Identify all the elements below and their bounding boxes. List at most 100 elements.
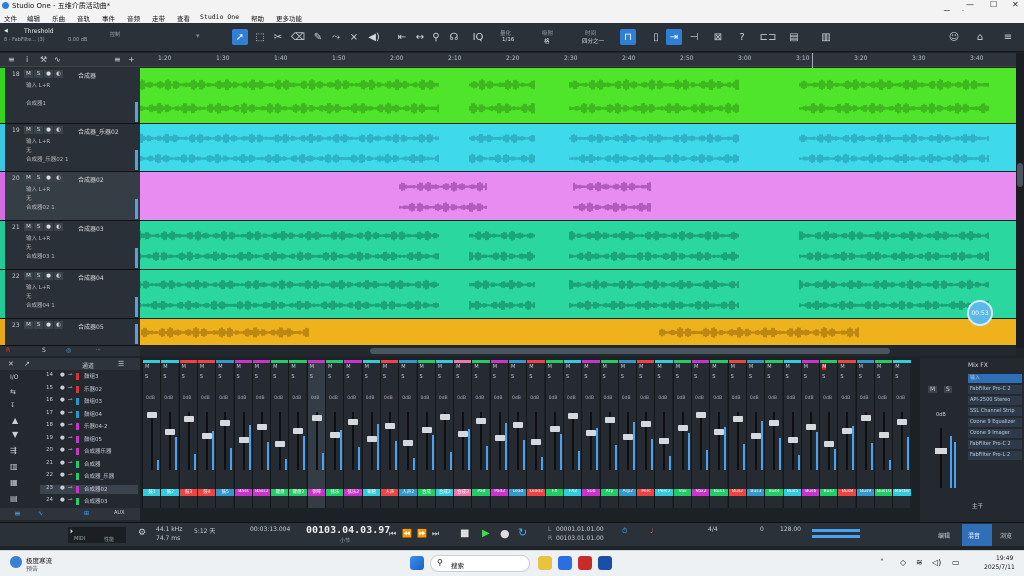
- mixer-channel-strip[interactable]: M S 0dB 鼓3: [178, 360, 198, 508]
- menu-lines-icon[interactable]: ≡: [1000, 29, 1016, 45]
- strip-mute[interactable]: M: [676, 364, 680, 370]
- fader-track[interactable]: [334, 412, 336, 470]
- strip-mute[interactable]: M: [731, 364, 735, 370]
- strip-mute[interactable]: M: [383, 364, 387, 370]
- taskbar-search[interactable]: ⚲ 搜索: [430, 555, 530, 572]
- menu-transport[interactable]: 走带: [152, 13, 165, 23]
- fader-track[interactable]: [809, 412, 812, 470]
- master-fader-cap[interactable]: [935, 448, 947, 454]
- fader-cap[interactable]: [696, 412, 706, 418]
- monitor-button[interactable]: ◐: [54, 321, 63, 329]
- autoscroll-icon[interactable]: ⇥: [666, 29, 682, 45]
- channel-list-item[interactable]: 24 ● ⊸ 合成器03: [40, 497, 138, 506]
- solo-button[interactable]: S: [34, 272, 43, 280]
- strip-mute[interactable]: M: [749, 364, 753, 370]
- track-lane-19[interactable]: [140, 124, 1016, 172]
- mixer-channel-strip[interactable]: M S 0dB 鼓5: [215, 360, 235, 508]
- mute-button[interactable]: M: [24, 174, 33, 182]
- fader-track[interactable]: [388, 412, 391, 470]
- strip-mute[interactable]: M: [822, 364, 827, 370]
- fader-track[interactable]: [425, 412, 428, 470]
- mute-button[interactable]: M: [24, 321, 33, 329]
- strip-mute[interactable]: M: [603, 364, 607, 370]
- fader-track[interactable]: [754, 412, 757, 470]
- strip-solo[interactable]: S: [310, 374, 313, 380]
- strip-solo[interactable]: S: [328, 374, 331, 380]
- menu-audio[interactable]: 音频: [127, 13, 140, 23]
- menu-file[interactable]: 文件: [4, 13, 17, 23]
- track-lane-21[interactable]: [140, 221, 1016, 270]
- fader-cap[interactable]: [220, 420, 231, 426]
- strip-mute[interactable]: M: [712, 364, 716, 370]
- snap-value[interactable]: 格: [544, 37, 550, 45]
- strip-solo[interactable]: S: [145, 374, 148, 380]
- fader-cap[interactable]: [824, 441, 835, 447]
- fader-cap[interactable]: [787, 437, 798, 443]
- fx-slot[interactable]: SSL Channel Strip: [968, 407, 1022, 416]
- plugin-preset-box[interactable]: ◀ Threshold 8 - FabFilte... (3) 0.00 dB …: [4, 27, 154, 47]
- eye-icon[interactable]: ●: [60, 435, 65, 441]
- strip-mute[interactable]: M: [566, 364, 570, 370]
- rewind-icon[interactable]: ⏪: [402, 529, 412, 538]
- strip-mute[interactable]: M: [456, 364, 460, 370]
- strip-mute[interactable]: M: [877, 364, 881, 370]
- fader-track[interactable]: [883, 412, 885, 470]
- fader-cap[interactable]: [879, 432, 889, 438]
- fader-cap[interactable]: [549, 426, 560, 432]
- channel-list-item[interactable]: 21 ● ⊸ 合成器: [40, 460, 138, 469]
- strip-solo[interactable]: S: [493, 374, 496, 380]
- fader-cap[interactable]: [275, 441, 286, 447]
- eye-icon[interactable]: ●: [60, 410, 65, 416]
- lines-icon[interactable]: ≡: [14, 509, 21, 518]
- record-button[interactable]: ●: [44, 70, 53, 78]
- fader-cap[interactable]: [183, 416, 194, 422]
- monitor-button[interactable]: ◐: [54, 126, 63, 134]
- mixer-channel-strip[interactable]: M S 0dB 合成2: [434, 360, 454, 508]
- timebase-value[interactable]: 四分之一: [582, 37, 604, 45]
- monitor-button[interactable]: ◐: [54, 174, 63, 182]
- mixer-channel-strip[interactable]: M S 0dB Sub: [581, 360, 601, 508]
- bars-display[interactable]: 00103.04.03.97: [306, 525, 390, 536]
- track-sub[interactable]: 无: [26, 243, 32, 251]
- mixer-channel-strip[interactable]: M S 0dB 弦乐: [325, 360, 344, 508]
- strip-mute[interactable]: M: [786, 364, 790, 370]
- mixer-channel-strip[interactable]: M S 0dB Bus1: [709, 360, 729, 508]
- fader-cap[interactable]: [293, 428, 304, 434]
- track-input[interactable]: 输入 L+R: [26, 137, 50, 145]
- time-signature[interactable]: 4/4: [708, 526, 718, 533]
- solo-button[interactable]: S: [34, 321, 43, 329]
- mixer-channel-strip[interactable]: M S 0dB 鼓4: [196, 360, 216, 508]
- bend-tool-icon[interactable]: ⤳: [328, 29, 344, 45]
- mixer-channel-strip[interactable]: M S 0dB Perc2: [654, 360, 674, 508]
- fx-slot[interactable]: 输入: [968, 374, 1022, 383]
- mute-tool-icon[interactable]: ⨯: [346, 29, 362, 45]
- fader-cap[interactable]: [403, 440, 414, 446]
- precount-icon[interactable]: ⏱: [622, 527, 627, 536]
- menu-help[interactable]: 帮助: [251, 13, 264, 23]
- vertical-scrollbar[interactable]: [1016, 53, 1024, 348]
- fader-cap[interactable]: [384, 423, 395, 429]
- mixer-channel-strip[interactable]: M S 0dB Bus6: [800, 360, 820, 508]
- monitor-button[interactable]: ◐: [54, 272, 63, 280]
- chain-icon[interactable]: ⊸: [68, 410, 73, 416]
- master-mute[interactable]: M: [928, 386, 938, 393]
- prev-event-icon[interactable]: ⇤: [394, 29, 410, 45]
- strip-solo[interactable]: S: [511, 374, 514, 380]
- track-lane-18[interactable]: [140, 68, 1016, 124]
- mute-button[interactable]: M: [24, 126, 33, 134]
- track-output[interactable]: 合成器_乐器02 1: [26, 155, 69, 163]
- strip-solo[interactable]: S: [566, 374, 569, 380]
- fader-cap[interactable]: [842, 428, 853, 434]
- end-icon[interactable]: ⏭: [432, 529, 439, 539]
- fader-cap[interactable]: [750, 433, 761, 439]
- clock-date[interactable]: 2025/7/11: [984, 564, 1015, 571]
- strip-mute[interactable]: M: [694, 364, 698, 370]
- fader-cap[interactable]: [897, 419, 908, 425]
- wave-icon[interactable]: ∿: [38, 510, 43, 517]
- strip-solo[interactable]: S: [346, 374, 349, 380]
- solo-button[interactable]: S: [34, 126, 43, 134]
- tray-chevron-icon[interactable]: ˄: [880, 558, 884, 567]
- strip-mute[interactable]: M: [291, 364, 295, 370]
- speaker-icon[interactable]: ◁): [932, 558, 941, 567]
- channel-list-item[interactable]: 17 ● ⊸ 鼓组04: [40, 410, 138, 419]
